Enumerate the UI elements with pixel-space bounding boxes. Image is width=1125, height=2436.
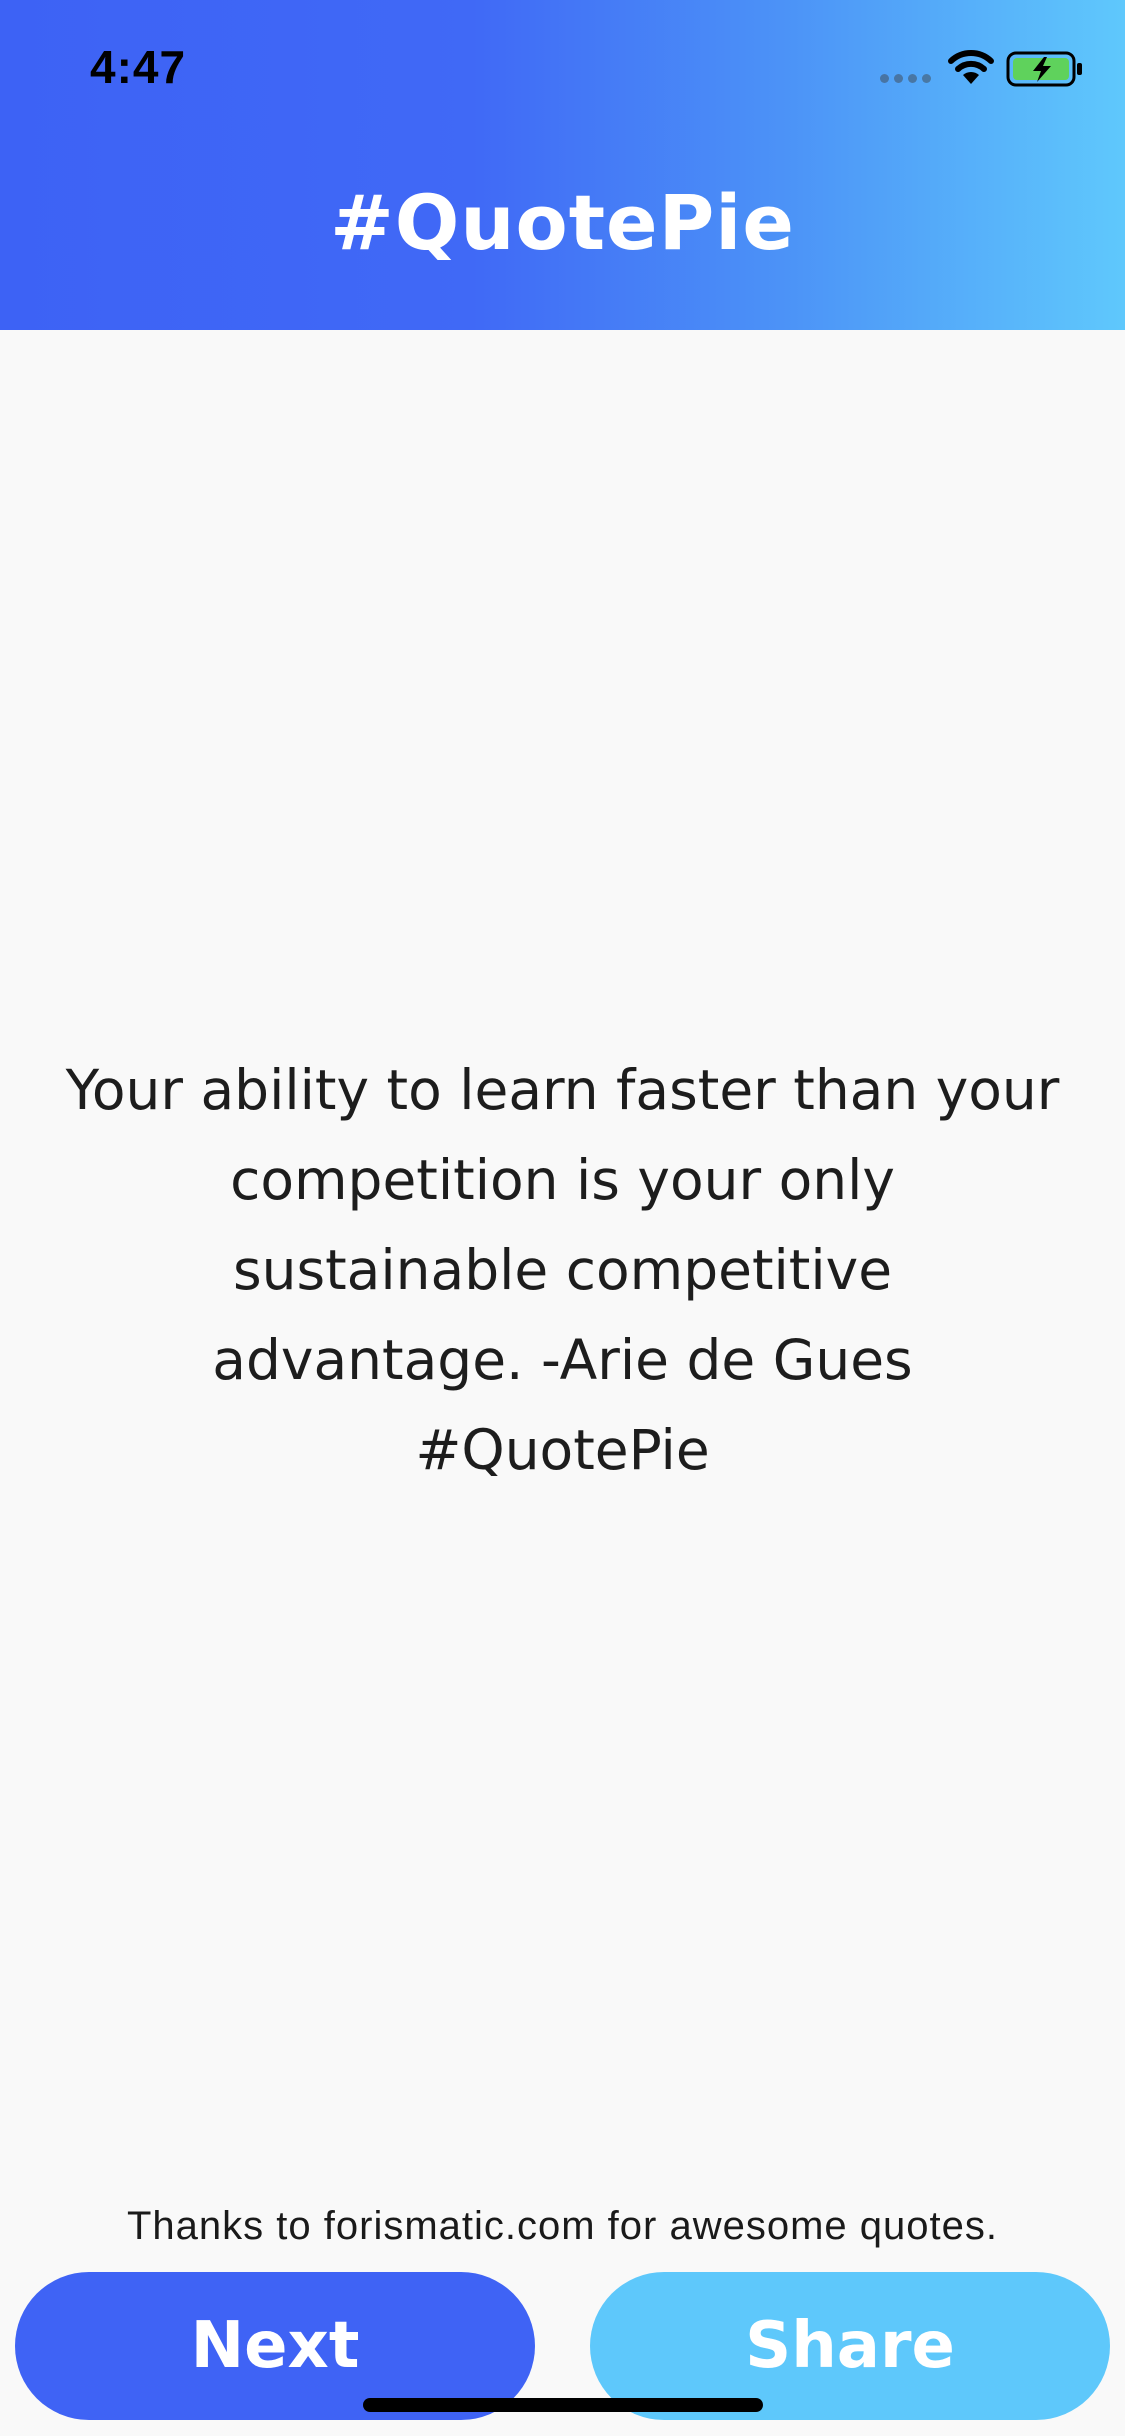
- app-title: #QuotePie: [330, 178, 795, 267]
- quote-text: Your ability to learn faster than your c…: [20, 1045, 1105, 1495]
- quote-line: sustainable competitive: [232, 1238, 893, 1302]
- quote-line: advantage. -Arie de Gues: [212, 1328, 913, 1392]
- app-screen: 4:47 #QuotePie Your ability to learn fas…: [0, 0, 1125, 2436]
- status-time: 4:47: [90, 41, 187, 93]
- home-indicator[interactable]: [363, 2398, 763, 2412]
- battery-charging-icon: [1006, 51, 1082, 87]
- wifi-icon: [948, 50, 994, 84]
- signal-dots-icon: [880, 74, 934, 84]
- quote-line: Your ability to learn faster than your: [65, 1058, 1060, 1122]
- quote-line: competition is your only: [230, 1148, 895, 1212]
- credit-text: Thanks to forismatic.com for awesome quo…: [127, 2204, 998, 2248]
- quote-hashtag: #QuotePie: [415, 1418, 710, 1482]
- app-header: 4:47 #QuotePie: [0, 0, 1125, 330]
